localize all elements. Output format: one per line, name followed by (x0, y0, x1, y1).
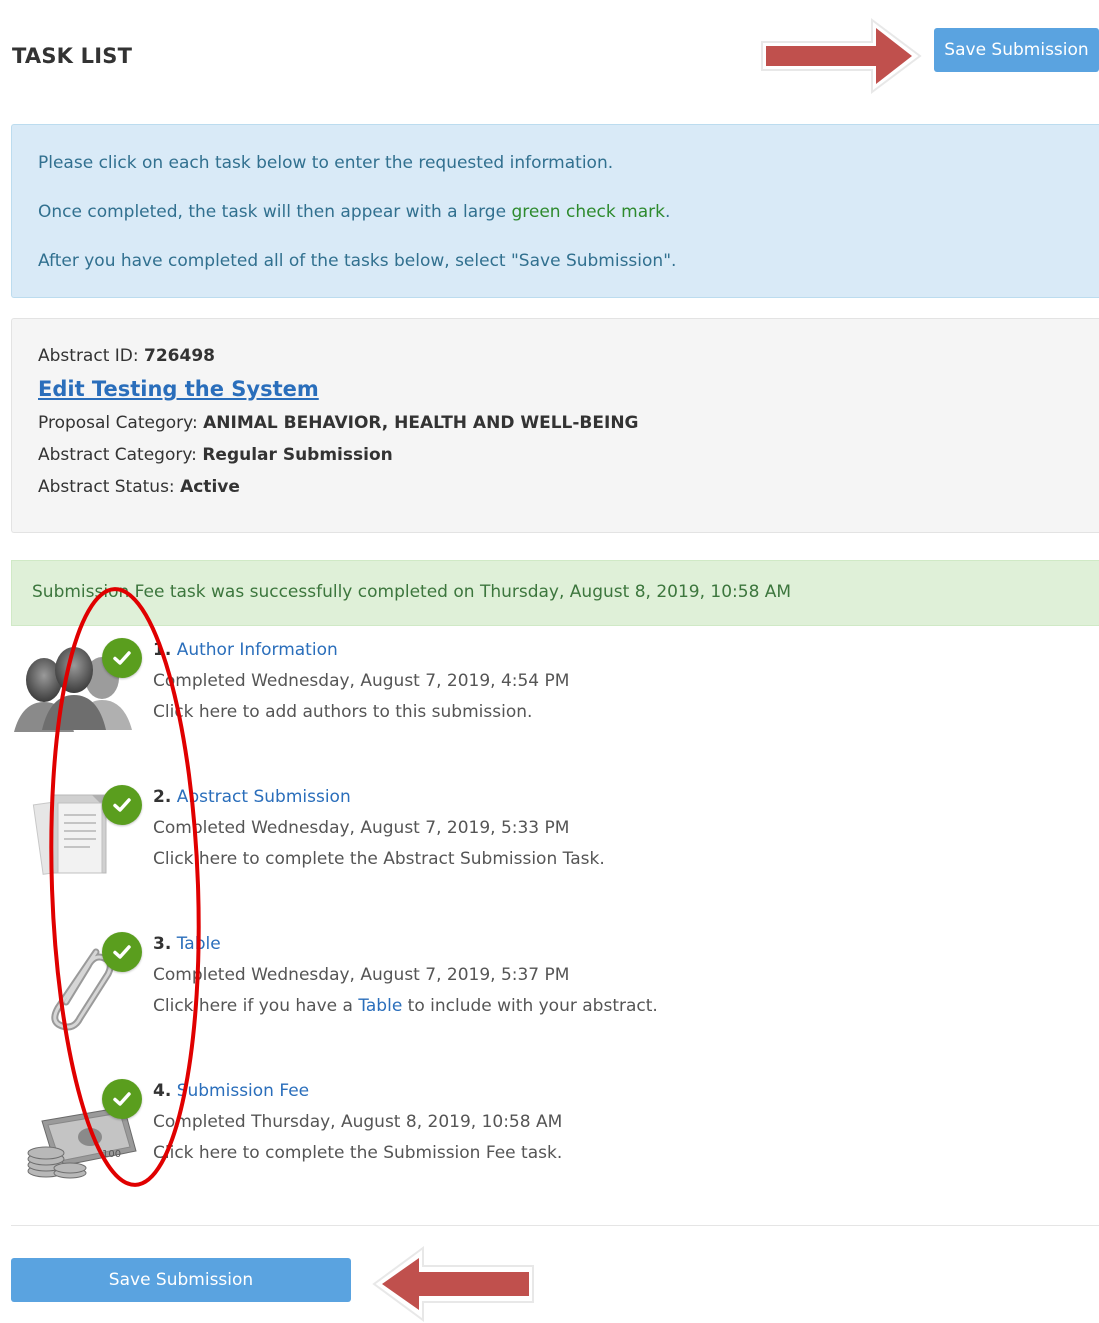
page-title: TASK LIST (12, 44, 133, 68)
task-description-suffix: to include with your abstract. (402, 996, 658, 1016)
table-inline-link[interactable]: Table (358, 996, 402, 1016)
annotation-arrow-right-icon (761, 18, 922, 94)
task-number: 1. (153, 640, 172, 660)
check-icon (102, 1079, 142, 1119)
abstract-id-label: Abstract ID: (38, 346, 145, 366)
task-description: Click here to add authors to this submis… (153, 702, 533, 722)
task-title: 1. Author Information (153, 640, 338, 660)
task-completed-date: Completed Wednesday, August 7, 2019, 4:5… (153, 671, 570, 691)
proposal-category-label: Proposal Category: (38, 413, 204, 433)
annotation-arrow-left-icon (372, 1246, 534, 1322)
task-link-submission-fee[interactable]: Submission Fee (177, 1081, 309, 1101)
instructions-panel: Please click on each task below to enter… (11, 124, 1099, 298)
task-link-author-information[interactable]: Author Information (177, 640, 338, 660)
task-number: 3. (153, 934, 172, 954)
success-alert: Submission Fee task was successfully com… (11, 560, 1099, 626)
proposal-category: Proposal Category: ANIMAL BEHAVIOR, HEAL… (38, 413, 639, 433)
instruction-line-1: Please click on each task below to enter… (38, 153, 614, 173)
task-number: 4. (153, 1081, 172, 1101)
success-message: Submission Fee task was successfully com… (32, 582, 792, 602)
instruction-line-2-suffix: . (664, 202, 671, 222)
task-title: 2. Abstract Submission (153, 787, 351, 807)
task-link-table[interactable]: Table (177, 934, 221, 954)
save-submission-button-top[interactable]: Save Submission (934, 28, 1099, 72)
abstract-category-label: Abstract Category: (38, 445, 203, 465)
proposal-category-value: ANIMAL BEHAVIOR, HEALTH AND WELL-BEING (203, 413, 639, 433)
task-description: Click here if you have a Table to includ… (153, 996, 658, 1016)
task-description-prefix: Click here if you have a (153, 996, 359, 1016)
save-submission-button-bottom[interactable]: Save Submission (11, 1258, 351, 1302)
abstract-status-label: Abstract Status: (38, 477, 181, 497)
abstract-summary-panel: Abstract ID: 726498 Edit Testing the Sys… (11, 318, 1099, 533)
instruction-line-2: Once completed, the task will then appea… (38, 202, 670, 222)
green-check-mark-text: green check mark (511, 202, 665, 222)
svg-text:100: 100 (102, 1149, 121, 1160)
task-description: Click here to complete the Submission Fe… (153, 1143, 563, 1163)
instruction-line-2-prefix: Once completed, the task will then appea… (38, 202, 512, 222)
task-description: Click here to complete the Abstract Subm… (153, 849, 605, 869)
abstract-id-value: 726498 (144, 346, 215, 366)
abstract-id: Abstract ID: 726498 (38, 346, 215, 366)
task-item-table[interactable]: 3. Table Completed Wednesday, August 7, … (0, 932, 1099, 1054)
task-item-abstract-submission[interactable]: 2. Abstract Submission Completed Wednesd… (0, 785, 1099, 907)
task-title: 4. Submission Fee (153, 1081, 309, 1101)
edit-abstract-link-row: Edit Testing the System (38, 377, 319, 401)
task-item-author-information[interactable]: 1. Author Information Completed Wednesda… (0, 638, 1099, 760)
task-number: 2. (153, 787, 172, 807)
check-icon (102, 785, 142, 825)
task-item-submission-fee[interactable]: 100 4. Submission Fee Completed Thursday… (0, 1079, 1099, 1201)
divider (11, 1225, 1099, 1226)
task-title: 3. Table (153, 934, 221, 954)
check-icon (102, 638, 142, 678)
edit-abstract-link[interactable]: Edit Testing the System (38, 377, 319, 401)
task-link-abstract-submission[interactable]: Abstract Submission (177, 787, 351, 807)
instruction-line-3: After you have completed all of the task… (38, 251, 677, 271)
check-icon (102, 932, 142, 972)
abstract-status-value: Active (180, 477, 240, 497)
abstract-category: Abstract Category: Regular Submission (38, 445, 393, 465)
task-completed-date: Completed Wednesday, August 7, 2019, 5:3… (153, 818, 570, 838)
abstract-status: Abstract Status: Active (38, 477, 240, 497)
task-completed-date: Completed Thursday, August 8, 2019, 10:5… (153, 1112, 563, 1132)
abstract-category-value: Regular Submission (202, 445, 393, 465)
task-completed-date: Completed Wednesday, August 7, 2019, 5:3… (153, 965, 570, 985)
